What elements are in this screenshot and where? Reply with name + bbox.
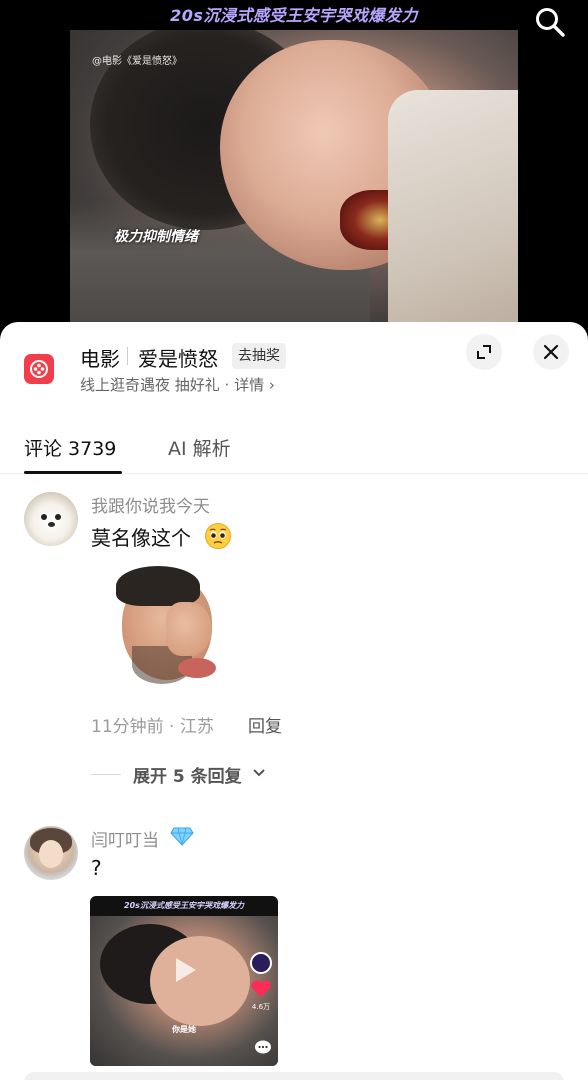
tab-comments[interactable]: 评论 3739	[24, 434, 116, 461]
heart-icon	[251, 980, 271, 997]
comment-item: 闫叮叮当 ? 20s沉浸式感受王安宇哭戏爆发力 4.6万 你是她	[0, 822, 588, 1080]
panel-tabs: 评论 3739 AI 解析	[0, 422, 588, 474]
video-title: 20s沉浸式感受王安宇哭戏爆发力	[170, 6, 418, 25]
lottery-button[interactable]: 去抽奖	[232, 343, 286, 369]
comment-panel: 电影 爱是愤怒 去抽奖 线上逛奇遇夜 抽好礼 · 详情 › 评论 3739 AI…	[0, 322, 588, 1080]
video-scene-shirt	[388, 90, 518, 330]
comment-video-thumbnail[interactable]: 20s沉浸式感受王安宇哭戏爆发力 4.6万 你是她	[90, 896, 278, 1066]
play-icon[interactable]	[168, 954, 200, 986]
comment-text: ?	[91, 856, 102, 880]
avatar-eye	[41, 514, 47, 520]
pleading-face-icon	[205, 523, 231, 549]
close-button[interactable]	[533, 334, 569, 370]
video-player[interactable]: 20s沉浸式感受王安宇哭戏爆发力 @电影《爱是愤怒》 极力抑制情绪	[0, 0, 588, 340]
avatar[interactable]	[24, 492, 78, 546]
diamond-icon	[170, 827, 194, 846]
movie-subtitle-link[interactable]: 线上逛奇遇夜 抽好礼 · 详情 ›	[80, 374, 275, 395]
close-icon	[543, 344, 559, 360]
sticker-mouth	[178, 658, 216, 678]
thumbnail-sidebar: 4.6万	[250, 952, 272, 1012]
comment-username[interactable]: 我跟你说我今天	[91, 492, 210, 517]
search-icon[interactable]	[534, 6, 566, 38]
replies-divider	[91, 774, 121, 775]
active-tab-indicator	[24, 471, 122, 474]
sticker-hair	[116, 566, 200, 606]
comment-bubble-icon	[255, 1040, 271, 1054]
movie-logo-icon	[24, 354, 54, 384]
avatar[interactable]	[24, 826, 78, 880]
expand-icon	[477, 345, 491, 359]
avatar-eye	[55, 514, 61, 520]
comment-meta: 11分钟前 · 江苏	[91, 717, 214, 737]
sticker-nose	[166, 602, 212, 656]
thumbnail-like-count: 4.6万	[251, 1003, 271, 1011]
reply-button[interactable]: 回复	[248, 712, 282, 737]
movie-type-label: 电影	[80, 347, 120, 371]
music-disc-icon	[250, 952, 272, 974]
thumbnail-title: 20s沉浸式感受王安宇哭戏爆发力	[124, 901, 244, 910]
video-frame[interactable]: @电影《爱是愤怒》 极力抑制情绪	[70, 30, 518, 330]
comment-text: 莫名像这个	[91, 526, 191, 550]
tab-ai-analysis[interactable]: AI 解析	[168, 434, 231, 461]
movie-card[interactable]: 电影 爱是愤怒 去抽奖 线上逛奇遇夜 抽好礼 · 详情 ›	[0, 322, 588, 414]
video-watermark: @电影《爱是愤怒》	[92, 56, 182, 67]
thumbnail-face	[150, 936, 250, 1026]
movie-separator	[127, 347, 128, 365]
comment-username[interactable]: 闫叮叮当	[91, 826, 159, 851]
avatar-nose	[48, 522, 55, 527]
comment-input-bar[interactable]	[24, 1072, 564, 1080]
comment-item: 我跟你说我今天 莫名像这个 11分钟前 · 江苏 回复 展开 5 条回复	[0, 488, 588, 788]
avatar-face	[39, 840, 63, 868]
expand-replies-button[interactable]: 展开 5 条回复	[133, 762, 242, 787]
chevron-down-icon[interactable]	[252, 768, 266, 778]
video-caption: 极力抑制情绪	[114, 229, 198, 245]
comment-sticker-image[interactable]	[92, 562, 234, 690]
thumbnail-caption: 你是她	[172, 1025, 196, 1034]
expand-button[interactable]	[466, 334, 502, 370]
movie-name[interactable]: 爱是愤怒	[138, 343, 218, 372]
